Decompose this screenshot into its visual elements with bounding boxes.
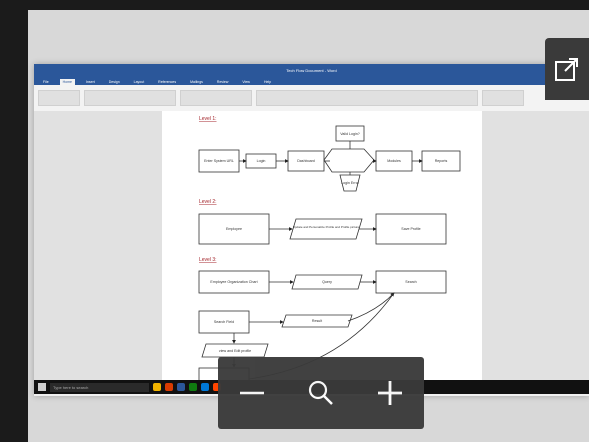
label-valid-login: Valid Login? xyxy=(340,132,360,136)
label-dashboard: Dashboard xyxy=(297,159,315,163)
box-valid-login xyxy=(323,148,375,173)
tab-help[interactable]: Help xyxy=(261,79,274,85)
heading-level3: Level 3: xyxy=(199,257,217,263)
font-group[interactable] xyxy=(84,90,176,106)
taskbar-app-icon[interactable] xyxy=(165,383,173,391)
label-query: Query xyxy=(322,280,332,284)
popout-button[interactable] xyxy=(545,38,589,100)
heading-level2: Level 2: xyxy=(199,199,217,205)
zoom-in-button[interactable] xyxy=(370,373,410,413)
tab-view[interactable]: View xyxy=(239,79,253,85)
label-reports: Reports xyxy=(435,159,448,163)
tab-file[interactable]: File xyxy=(40,79,52,85)
zoom-in-icon xyxy=(377,381,402,405)
label-save-profile: Save Profile xyxy=(401,227,420,231)
label-org-chart: Employee Organization Chart xyxy=(210,280,257,284)
document-page: Enter System URL Login Dashboard Valid L… xyxy=(162,111,482,396)
taskbar-app-icon[interactable] xyxy=(177,383,185,391)
label-modules: Modules xyxy=(387,159,401,163)
tab-mailings[interactable]: Mailings xyxy=(187,79,206,85)
label-login: Login xyxy=(257,159,266,163)
taskbar-app-icon[interactable] xyxy=(201,383,209,391)
label-view-edit: view and Edit profile xyxy=(219,349,251,353)
zoom-controls xyxy=(218,357,424,429)
taskbar-app-icon[interactable] xyxy=(189,383,197,391)
document-area: Enter System URL Login Dashboard Valid L… xyxy=(34,111,589,396)
windows-start-icon[interactable] xyxy=(38,383,46,391)
tab-references[interactable]: References xyxy=(155,79,179,85)
tab-insert[interactable]: Insert xyxy=(83,79,98,85)
flowchart: Enter System URL Login Dashboard Valid L… xyxy=(198,116,461,391)
zoom-out-icon xyxy=(240,391,265,395)
tab-review[interactable]: Review xyxy=(214,79,231,85)
magnifier-icon xyxy=(308,380,333,405)
word-window: Tech Flow Document - Word Sign in File H… xyxy=(34,64,589,396)
editing-group[interactable] xyxy=(482,90,524,106)
label-search: Search xyxy=(405,280,416,284)
label-employee: Employee xyxy=(226,227,242,231)
title-bar: Tech Flow Document - Word Sign in xyxy=(34,64,589,76)
label-update-profile: Update and Personalize Profile and Profi… xyxy=(293,225,360,229)
label-login-error: Login Error xyxy=(341,181,360,185)
label-result: Result xyxy=(312,319,322,323)
clipboard-group[interactable] xyxy=(38,90,80,106)
zoom-reset-button[interactable] xyxy=(301,373,341,413)
popout-icon xyxy=(555,58,578,81)
heading-level1: Level 1: xyxy=(199,116,217,122)
label-search-field: Search Field xyxy=(214,320,234,324)
box-update-profile xyxy=(289,218,363,240)
viewer-frame: Tech Flow Document - Word Sign in File H… xyxy=(28,10,589,442)
label-enter-url: Enter System URL xyxy=(204,159,234,163)
taskbar-app-icon[interactable] xyxy=(153,383,161,391)
tab-layout[interactable]: Layout xyxy=(131,79,148,85)
tab-home[interactable]: Home xyxy=(59,79,75,85)
ribbon-tabs: File Home Insert Design Layout Reference… xyxy=(34,76,589,85)
paragraph-group[interactable] xyxy=(180,90,252,106)
taskbar-search[interactable]: Type here to search xyxy=(50,382,149,392)
ribbon xyxy=(34,85,589,112)
styles-group[interactable] xyxy=(256,90,478,106)
window-title: Tech Flow Document - Word xyxy=(286,67,337,73)
zoom-out-button[interactable] xyxy=(232,373,272,413)
tab-design[interactable]: Design xyxy=(106,79,123,85)
